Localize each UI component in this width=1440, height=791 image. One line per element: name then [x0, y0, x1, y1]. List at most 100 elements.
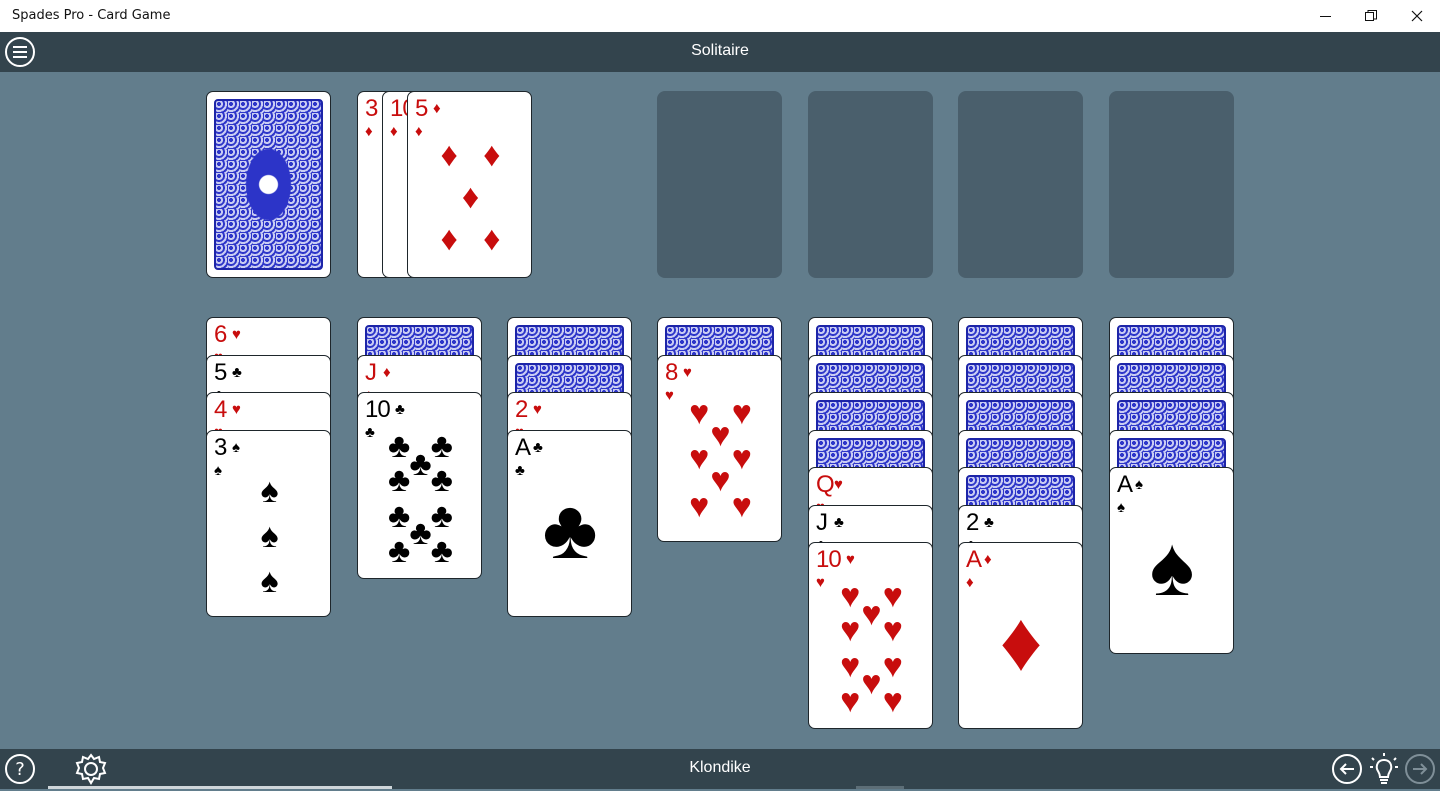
- pip-icon: ♠: [260, 561, 279, 600]
- pip-icon: ♦: [440, 220, 458, 258]
- pip-icon: ♣: [430, 497, 453, 535]
- diamond-suit-icon: ♦: [966, 574, 974, 591]
- pip-icon: ♥: [861, 663, 882, 702]
- card-rank: 5: [415, 95, 428, 122]
- pip-icon: ♦: [483, 220, 501, 258]
- minimize-icon: [1319, 15, 1331, 17]
- stock-pile[interactable]: [206, 91, 331, 278]
- pip-icon: ♣: [409, 513, 432, 552]
- arrow-left-icon: [1339, 763, 1354, 775]
- card-3-spades[interactable]: 3 ♠ ♠ ♠ ♠ ♠: [206, 429, 331, 617]
- undo-button[interactable]: [1332, 754, 1362, 784]
- diamond-suit-icon: ♦: [415, 123, 423, 140]
- heart-suit-icon: ♥: [232, 401, 241, 418]
- card-rank: 10: [365, 396, 391, 423]
- diamond-suit-icon: ♦: [383, 363, 391, 381]
- pip-icon: ♥: [882, 681, 903, 720]
- card-rank: 2: [515, 396, 528, 423]
- card-a-clubs[interactable]: A ♣ ♣ ♣: [507, 429, 632, 617]
- diamond-suit-icon: ♦: [433, 100, 441, 117]
- pip-icon: ♥: [882, 576, 903, 615]
- card-5-diamonds[interactable]: 5 ♦ ♦ ♦ ♦ ♦ ♦ ♦: [407, 91, 532, 278]
- window-title: Spades Pro - Card Game: [12, 8, 171, 23]
- club-suit-icon: ♣: [365, 424, 375, 441]
- spade-suit-icon: ♠: [1135, 476, 1143, 493]
- window-titlebar: Spades Pro - Card Game: [0, 0, 1440, 32]
- pip-icon: ♣: [430, 461, 453, 499]
- pip-icon: ♣: [388, 497, 411, 535]
- card-a-diamonds[interactable]: A ♦ ♦ ♦: [958, 542, 1083, 729]
- app-header: Solitaire: [0, 32, 1440, 72]
- spade-suit-icon: ♠: [232, 438, 240, 456]
- pip-icon: ♥: [731, 393, 752, 432]
- card-rank: 4: [214, 396, 227, 423]
- foundation-slot[interactable]: [958, 91, 1083, 278]
- pip-icon: ♥: [840, 681, 861, 720]
- redo-button[interactable]: [1405, 754, 1435, 784]
- minimize-button[interactable]: [1302, 0, 1348, 32]
- pip-icon: ♣: [388, 461, 411, 499]
- pip-icon: ♥: [840, 576, 861, 615]
- pip-icon: ♠: [260, 471, 279, 510]
- center-pip-icon: ♦: [999, 594, 1043, 688]
- card-10-clubs[interactable]: 10 ♣ ♣ ♣ ♣ ♣ ♣ ♣ ♣ ♣ ♣ ♣ ♣: [357, 392, 482, 579]
- pip-icon: ♠: [260, 516, 279, 555]
- game-mode-label: Klondike: [689, 759, 751, 776]
- card-rank: A: [966, 546, 982, 573]
- card-rank: 6: [214, 321, 227, 348]
- card-rank: A: [1117, 471, 1133, 498]
- club-suit-icon: ♣: [515, 461, 525, 479]
- club-suit-icon: ♣: [232, 363, 242, 381]
- close-button[interactable]: [1394, 0, 1440, 32]
- club-suit-icon: ♣: [533, 438, 543, 456]
- card-rank: 2: [966, 508, 979, 536]
- card-rank: 5: [214, 358, 227, 386]
- card-8-hearts[interactable]: 8 ♥ ♥ ♥ ♥ ♥ ♥ ♥ ♥ ♥ ♥: [657, 354, 782, 542]
- pip-icon: ♣: [430, 531, 453, 570]
- app-footer: ? Klondike: [0, 749, 1440, 789]
- pip-icon: ♥: [689, 486, 710, 525]
- pip-icon: ♥: [861, 594, 882, 633]
- restore-icon: [1365, 10, 1377, 21]
- center-pip-icon: ♣: [542, 481, 598, 576]
- hint-button[interactable]: [1369, 752, 1399, 786]
- card-10-hearts[interactable]: 10 ♥ ♥ ♥ ♥ ♥ ♥ ♥ ♥ ♥ ♥ ♥ ♥: [808, 542, 933, 729]
- page-title: Solitaire: [691, 42, 749, 59]
- pip-icon: ♦: [483, 136, 501, 174]
- center-pip-icon: ♠: [1149, 519, 1195, 613]
- pip-icon: ♥: [882, 647, 903, 685]
- card-a-spades[interactable]: A ♠ ♠ ♠: [1109, 467, 1234, 654]
- foundation-slot[interactable]: [1109, 91, 1234, 278]
- pip-icon: ♥: [710, 461, 731, 499]
- pip-icon: ♥: [882, 611, 903, 649]
- pip-icon: ♥: [731, 438, 752, 477]
- close-icon: [1411, 10, 1423, 22]
- card-rank: 3: [214, 433, 227, 461]
- spade-suit-icon: ♠: [1117, 499, 1125, 516]
- pip-icon: ♦: [461, 178, 480, 216]
- pip-icon: ♣: [388, 426, 411, 465]
- heart-suit-icon: ♥: [665, 386, 674, 404]
- diamond-suit-icon: ♦: [390, 123, 398, 140]
- heart-suit-icon: ♥: [846, 551, 855, 568]
- club-suit-icon: ♣: [834, 513, 844, 531]
- heart-suit-icon: ♥: [533, 401, 542, 418]
- foundation-slot[interactable]: [808, 91, 933, 278]
- pip-icon: ♥: [689, 393, 710, 432]
- heart-suit-icon: ♥: [683, 363, 692, 381]
- card-rank: J: [365, 358, 377, 386]
- heart-suit-icon: ♥: [232, 326, 241, 343]
- restore-button[interactable]: [1348, 0, 1394, 32]
- diamond-suit-icon: ♦: [365, 123, 373, 140]
- card-rank: 8: [665, 358, 678, 386]
- pip-icon: ♥: [689, 438, 710, 477]
- card-rank: 3: [365, 95, 378, 122]
- pip-icon: ♥: [731, 486, 752, 525]
- card-rank: 10: [816, 546, 842, 573]
- pip-icon: ♣: [388, 531, 411, 570]
- spade-suit-icon: ♠: [214, 461, 222, 479]
- club-suit-icon: ♣: [395, 401, 405, 418]
- pip-icon: ♥: [840, 611, 861, 649]
- foundation-slot[interactable]: [657, 91, 782, 278]
- card-rank: A: [515, 433, 531, 461]
